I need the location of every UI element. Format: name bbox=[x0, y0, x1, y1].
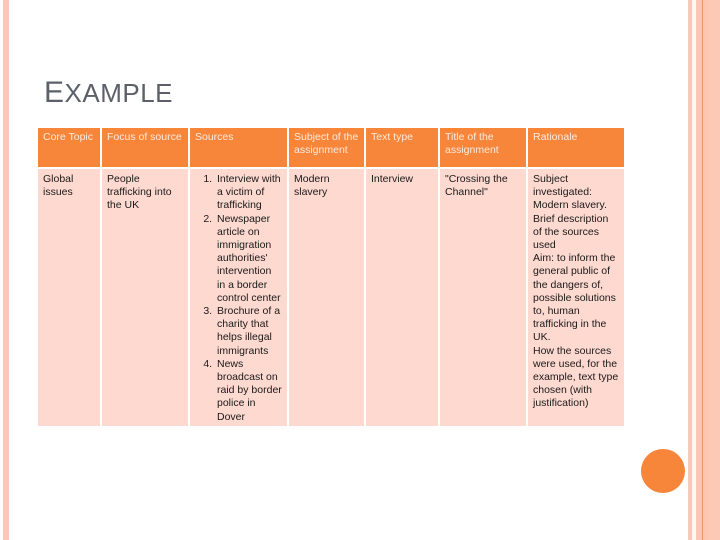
header-subject: Subject of the assignment bbox=[289, 128, 364, 167]
rationale-line: Aim: to inform the general public of the… bbox=[533, 252, 616, 344]
example-table: Core Topic Focus of source Sources Subje… bbox=[36, 126, 626, 428]
slide-title-rest: XAMPLE bbox=[64, 78, 174, 108]
cell-focus: People trafficking into the UK bbox=[102, 169, 188, 426]
cell-rationale: Subject investigated: Modern slavery. Br… bbox=[528, 169, 624, 426]
rationale-line: Subject investigated: Modern slavery. Br… bbox=[533, 173, 609, 252]
cell-sources: Interview with a victim of trafficking N… bbox=[190, 169, 287, 426]
header-title: Title of the assignment bbox=[440, 128, 526, 167]
cell-title: "Crossing the Channel" bbox=[440, 169, 526, 426]
header-text-type: Text type bbox=[366, 128, 438, 167]
cell-text-type: Interview bbox=[366, 169, 438, 426]
header-sources: Sources bbox=[190, 128, 287, 167]
cell-core-topic: Global issues bbox=[38, 169, 100, 426]
decorative-orange-circle bbox=[641, 449, 685, 493]
sources-list: Interview with a victim of trafficking N… bbox=[195, 173, 282, 424]
source-item: Newspaper article on immigration authori… bbox=[215, 213, 282, 305]
right-decorative-stripe bbox=[708, 0, 720, 540]
header-core-topic: Core Topic bbox=[38, 128, 100, 167]
source-item: Brochure of a charity that helps illegal… bbox=[215, 305, 282, 358]
cell-subject: Modern slavery bbox=[289, 169, 364, 426]
table-header-row: Core Topic Focus of source Sources Subje… bbox=[38, 128, 624, 167]
slide-title-initial: E bbox=[44, 76, 65, 109]
rationale-line: How the sources were used, for the examp… bbox=[533, 344, 619, 410]
source-item: Interview with a victim of trafficking bbox=[215, 173, 282, 213]
header-focus-of-source: Focus of source bbox=[102, 128, 188, 167]
slide-title: EXAMPLE bbox=[44, 76, 173, 110]
table-row: Global issues People trafficking into th… bbox=[38, 169, 624, 426]
left-decorative-stripe bbox=[3, 0, 9, 540]
header-rationale: Rationale bbox=[528, 128, 624, 167]
source-item: News broadcast on raid by border police … bbox=[215, 358, 282, 424]
